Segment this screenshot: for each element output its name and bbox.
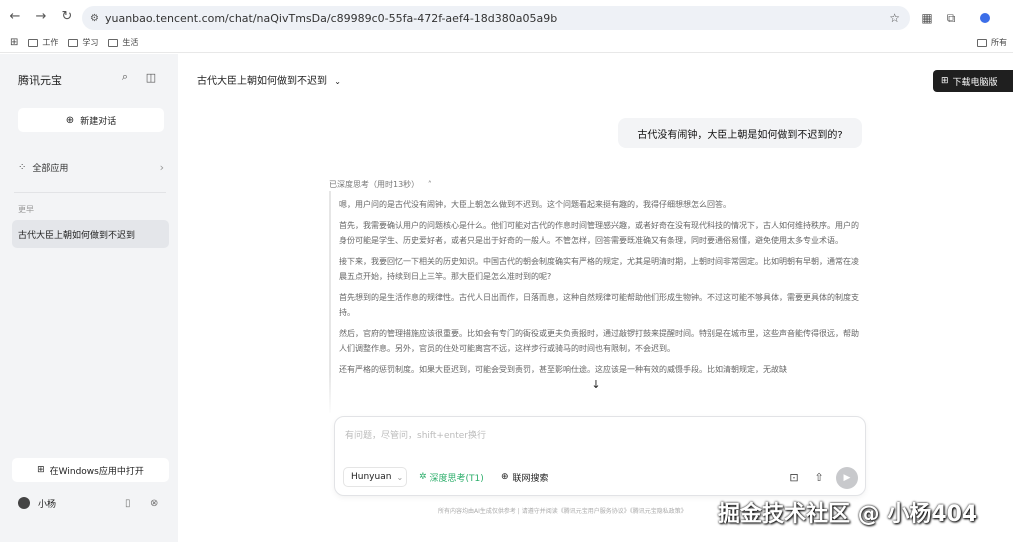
- file-upload-icon[interactable]: ⇧: [811, 469, 827, 485]
- settings-icon[interactable]: ⊗: [150, 498, 158, 509]
- bookmark-folder[interactable]: 生活: [108, 37, 138, 48]
- url-text: yuanbao.tencent.com/chat/naQivTmsDa/c899…: [104, 11, 558, 25]
- open-in-windows-app-button[interactable]: ⊞ 在Windows应用中打开: [12, 458, 169, 482]
- history-section-label: 更早: [18, 205, 34, 214]
- new-chat-button[interactable]: ⊕ 新建对话: [18, 108, 164, 132]
- phone-icon[interactable]: ▯: [125, 498, 131, 509]
- all-bookmarks-folder[interactable]: 所有: [977, 37, 1007, 48]
- avatar: [18, 497, 30, 509]
- brand-name: 腾讯元宝: [18, 74, 62, 87]
- thinking-header[interactable]: 已深度思考（用时13秒） ˄: [329, 179, 432, 190]
- download-desktop-button[interactable]: ⊞ 下载电脑版: [933, 70, 1013, 92]
- send-icon: ▶: [843, 473, 851, 483]
- forward-icon[interactable]: →: [30, 6, 52, 28]
- conversation-title[interactable]: 古代大臣上朝如何做到不迟到 ⌄: [197, 72, 341, 87]
- star-icon[interactable]: ☆: [889, 11, 900, 25]
- deep-think-toggle[interactable]: ✲ 深度思考(T1): [415, 467, 488, 487]
- chat-input-box[interactable]: 有问题，尽管问，shift+enter换行 Hunyuan ⌄ ✲ 深度思考(T…: [334, 416, 866, 496]
- reload-icon[interactable]: ↻: [56, 6, 78, 28]
- chevron-down-icon: ⌄: [396, 472, 404, 482]
- image-upload-icon[interactable]: ⊡: [786, 469, 802, 485]
- address-bar[interactable]: ⚙ yuanbao.tencent.com/chat/naQivTmsDa/c8…: [82, 6, 910, 30]
- user-message: 古代没有闹钟，大臣上朝是如何做到不迟到的?: [618, 118, 862, 148]
- user-row[interactable]: 小杨 ▯ ⊗: [18, 495, 164, 511]
- windows-icon: ⊞: [941, 76, 949, 86]
- divider: [14, 192, 166, 193]
- extensions-icon[interactable]: ⧉: [940, 6, 962, 30]
- bookmark-folder[interactable]: 学习: [68, 37, 98, 48]
- atom-icon: ✲: [419, 472, 427, 482]
- collapse-sidebar-icon[interactable]: ◫: [144, 70, 158, 84]
- scroll-down-icon[interactable]: ↓: [588, 376, 604, 392]
- thinking-paragraph: 然后，官府的管理措施应该很重要。比如会有专门的衙役或更夫负责报时，通过敲锣打鼓来…: [339, 329, 859, 353]
- chevron-down-icon: ⌄: [334, 77, 341, 86]
- site-info-icon[interactable]: ⚙: [90, 13, 99, 24]
- profile-icon[interactable]: [974, 6, 996, 30]
- send-button[interactable]: ▶: [836, 467, 858, 489]
- chevron-right-icon: ›: [159, 160, 164, 174]
- thinking-paragraph: 首先，我需要确认用户的问题核心是什么。他们可能对古代的作息时间管理感兴趣，或者好…: [339, 221, 859, 245]
- chevron-up-icon: ˄: [427, 180, 432, 189]
- apps-grid-icon[interactable]: ⊞: [10, 37, 18, 48]
- user-name: 小杨: [38, 499, 57, 510]
- search-icon[interactable]: ⌕: [118, 70, 132, 84]
- web-search-toggle[interactable]: ⊕ 联网搜索: [501, 467, 549, 487]
- bookmark-folder[interactable]: 工作: [28, 37, 58, 48]
- windows-icon: ⊞: [37, 465, 45, 475]
- model-selector[interactable]: Hunyuan ⌄: [343, 467, 407, 487]
- back-icon[interactable]: ←: [4, 6, 26, 28]
- chat-input-placeholder[interactable]: 有问题，尽管问，shift+enter换行: [345, 428, 486, 441]
- thinking-paragraph: 首先想到的是生活作息的规律性。古代人日出而作，日落而息，这种自然规律可能帮助他们…: [339, 293, 859, 317]
- watermark: 掘金技术社区 @ 小杨404: [718, 502, 978, 527]
- sidebar: 腾讯元宝 ⌕ ◫ ⊕ 新建对话 ⁘ 全部应用 › 更早 古代大臣上朝如何做到不迟…: [0, 54, 178, 542]
- browser-toolbar: ← → ↻ ⚙ yuanbao.tencent.com/chat/naQivTm…: [0, 0, 1013, 33]
- history-item[interactable]: 古代大臣上朝如何做到不迟到: [12, 220, 169, 248]
- apps-icon: ⁘: [18, 161, 27, 173]
- disclaimer: 所有内容均由AI生成仅供参考 | 请遵守并阅读《腾讯元宝用户服务协议》《腾讯元宝…: [438, 508, 687, 515]
- qr-icon[interactable]: ▦: [916, 6, 938, 30]
- globe-icon: ⊕: [501, 472, 509, 482]
- new-chat-icon: ⊕: [65, 114, 75, 126]
- chat-main: 古代大臣上朝如何做到不迟到 ⌄ ⊞ 下载电脑版 古代没有闹钟，大臣上朝是如何做到…: [178, 54, 1013, 542]
- thinking-paragraph: 嗯，用户问的是古代没有闹钟，大臣上朝怎么做到不迟到。这个问题看起来挺有趣的，我得…: [339, 200, 731, 209]
- all-apps-item[interactable]: ⁘ 全部应用 ›: [18, 158, 164, 176]
- bookmarks-bar: ⊞ 工作 学习 生活 所有: [0, 33, 1013, 53]
- thinking-paragraph: 接下来，我要回忆一下相关的历史知识。中国古代的朝会制度确实有严格的规定，尤其是明…: [339, 257, 859, 281]
